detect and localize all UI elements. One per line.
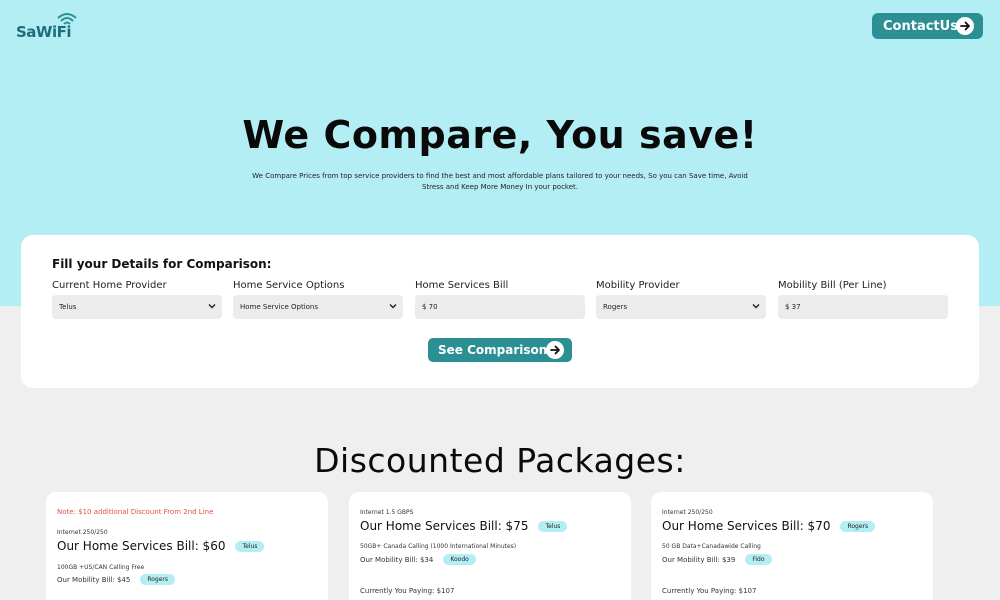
- mobility-plan: 100GB +US/CAN Calling Free: [57, 564, 145, 571]
- home-bill-text: Our Home Services Bill: $60: [57, 539, 226, 553]
- package-card[interactable]: Internet 1.5 GBPS Our Home Services Bill…: [349, 492, 631, 600]
- currently-paying: Currently You Paying: $107: [662, 587, 757, 595]
- see-comparison-button[interactable]: See Comparison: [428, 338, 572, 362]
- internet-speed: Internet 250/250: [662, 509, 713, 516]
- arrow-right-icon: [546, 341, 564, 359]
- field-label: Home Service Options: [233, 280, 345, 291]
- mobility-bill-input[interactable]: $ 37: [778, 295, 948, 319]
- provider-badge: Telus: [235, 540, 265, 552]
- discount-note: Note: $10 additional Discount From 2nd L…: [57, 508, 214, 516]
- chevron-down-icon: [752, 304, 760, 309]
- mobility-plan: 50 GB Data+Canadawide Calling: [662, 543, 761, 550]
- input-value: $ 37: [785, 303, 801, 311]
- mobility-bill: Our Mobility Bill: $45 Rogers: [57, 574, 176, 585]
- contact-us-label: ContactUs: [883, 18, 958, 34]
- package-card[interactable]: Internet 250/250 Our Home Services Bill:…: [651, 492, 933, 600]
- home-service-options-select[interactable]: Home Service Options: [233, 295, 403, 319]
- provider-badge: Koodo: [443, 554, 476, 565]
- mobility-bill-text: Our Mobility Bill: $34: [360, 555, 434, 564]
- home-bill-text: Our Home Services Bill: $70: [662, 519, 831, 533]
- internet-speed: Internet 1.5 GBPS: [360, 509, 414, 516]
- input-value: $ 70: [422, 303, 438, 311]
- select-value: Rogers: [603, 303, 628, 311]
- form-title: Fill your Details for Comparison:: [52, 257, 272, 271]
- chevron-down-icon: [208, 304, 216, 309]
- home-services-bill-input[interactable]: $ 70: [415, 295, 585, 319]
- current-home-provider-select[interactable]: Telus: [52, 295, 222, 319]
- chevron-down-icon: [389, 304, 397, 309]
- field-label: Mobility Bill (Per Line): [778, 280, 887, 291]
- hero-title: We Compare, You save!: [242, 113, 758, 157]
- internet-speed: Internet 250/250: [57, 529, 108, 536]
- select-value: Telus: [59, 303, 77, 311]
- arrow-right-icon: [956, 17, 974, 35]
- field-mobility-provider: Mobility Provider Rogers: [596, 280, 766, 319]
- mobility-bill: Our Mobility Bill: $34 Koodo: [360, 554, 476, 565]
- field-home-services-bill: Home Services Bill $ 70: [415, 280, 585, 319]
- home-bill-text: Our Home Services Bill: $75: [360, 519, 529, 533]
- hero-subtitle: We Compare Prices from top service provi…: [252, 172, 748, 191]
- logo[interactable]: SaWiFi: [16, 12, 86, 42]
- comparison-form: Fill your Details for Comparison: Curren…: [21, 235, 979, 388]
- field-mobility-bill: Mobility Bill (Per Line) $ 37: [778, 280, 948, 319]
- home-bill: Our Home Services Bill: $75 Telus: [360, 519, 568, 533]
- home-bill: Our Home Services Bill: $60 Telus: [57, 539, 265, 553]
- select-value: Home Service Options: [240, 303, 319, 311]
- contact-us-button[interactable]: ContactUs: [872, 13, 983, 39]
- provider-badge: Rogers: [140, 574, 176, 585]
- currently-paying: Currently You Paying: $107: [360, 587, 455, 595]
- mobility-bill-text: Our Mobility Bill: $45: [57, 575, 131, 584]
- mobility-plan: 50GB+ Canada Calling (1000 International…: [360, 543, 517, 550]
- field-label: Current Home Provider: [52, 280, 167, 291]
- see-comparison-label: See Comparison: [438, 343, 548, 357]
- provider-badge: Telus: [538, 520, 568, 532]
- field-label: Mobility Provider: [596, 280, 680, 291]
- logo-text: SaWiFi: [16, 23, 72, 41]
- field-label: Home Services Bill: [415, 280, 509, 291]
- home-bill: Our Home Services Bill: $70 Rogers: [662, 519, 876, 533]
- package-card[interactable]: Note: $10 additional Discount From 2nd L…: [46, 492, 328, 600]
- provider-badge: Rogers: [840, 520, 876, 532]
- mobility-provider-select[interactable]: Rogers: [596, 295, 766, 319]
- field-home-service-options: Home Service Options Home Service Option…: [233, 280, 403, 319]
- provider-badge: Fido: [745, 554, 772, 565]
- mobility-bill-text: Our Mobility Bill: $39: [662, 555, 736, 564]
- mobility-bill: Our Mobility Bill: $39 Fido: [662, 554, 772, 565]
- packages-title: Discounted Packages:: [314, 441, 686, 480]
- field-current-home-provider: Current Home Provider Telus: [52, 280, 222, 319]
